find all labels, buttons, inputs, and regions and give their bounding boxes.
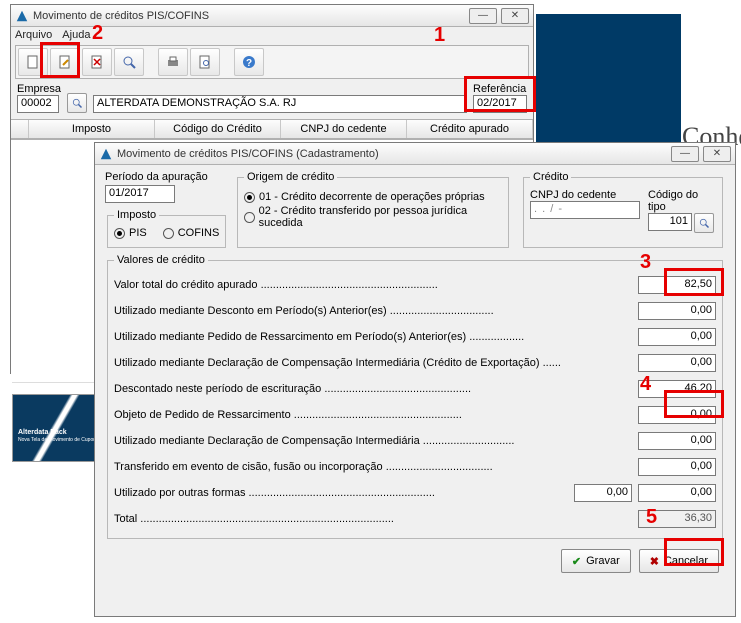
modal-title: Movimento de créditos PIS/COFINS (Cadast…	[117, 148, 667, 160]
help-button[interactable]: ?	[234, 48, 264, 76]
valor-input[interactable]: 46,20	[638, 380, 716, 398]
thumbnail-title: Alterdata Pack	[18, 429, 67, 436]
col-imposto[interactable]: Imposto	[29, 120, 155, 138]
svg-text:?: ?	[246, 58, 252, 69]
modal-body: Período da apuração 01/2017 Imposto PIS …	[95, 165, 735, 579]
app-icon	[15, 9, 29, 23]
valor-row: Objeto de Pedido de Ressarcimento ......…	[114, 402, 716, 428]
print-button[interactable]	[158, 48, 188, 76]
menu-ajuda[interactable]: Ajuda	[62, 29, 90, 41]
valor-row: Total ..................................…	[114, 506, 716, 532]
main-title: Movimento de créditos PIS/COFINS	[33, 10, 465, 22]
modal-close-button[interactable]: ✕	[703, 146, 731, 162]
x-icon: ✖	[650, 555, 659, 568]
valores-legend: Valores de crédito	[114, 254, 208, 266]
gravar-label: Gravar	[586, 555, 620, 567]
valor-row: Descontado neste período de escrituração…	[114, 376, 716, 402]
menubar: Arquivo Ajuda	[11, 27, 533, 43]
radio-origem-2[interactable]: 02 - Crédito transferido por pessoa jurí…	[244, 205, 502, 229]
col-cnpj[interactable]: CNPJ do cedente	[281, 120, 407, 138]
valor-label: Utilizado mediante Declaração de Compens…	[114, 357, 574, 369]
radio-origem-1-label: 01 - Crédito decorrente de operações pró…	[259, 191, 485, 203]
radio-pis-dot	[114, 228, 125, 239]
col-apurado[interactable]: Crédito apurado	[407, 120, 533, 138]
radio-origem-2-dot	[244, 212, 255, 223]
button-bar: ✔ Gravar ✖ Cancelar	[105, 545, 725, 573]
radio-pis[interactable]: PIS COFINS	[114, 227, 219, 239]
grid-header: Imposto Código do Crédito CNPJ do cedent…	[11, 119, 533, 139]
radio-cofins-dot	[163, 228, 174, 239]
valor-row: Valor total do crédito apurado .........…	[114, 272, 716, 298]
valor-input[interactable]: 0,00	[638, 302, 716, 320]
cancelar-label: Cancelar	[664, 555, 708, 567]
toolbar: ?	[15, 45, 529, 79]
modal-icon	[99, 147, 113, 161]
codigo-label: Código do tipo	[648, 189, 716, 213]
search-button[interactable]	[114, 48, 144, 76]
valor-label: Transferido em evento de cisão, fusão ou…	[114, 461, 574, 473]
col-codigo[interactable]: Código do Crédito	[155, 120, 281, 138]
minimize-button[interactable]: —	[469, 8, 497, 24]
valor-label: Objeto de Pedido de Ressarcimento ......…	[114, 409, 574, 421]
origem-legend: Origem de crédito	[244, 171, 337, 183]
empresa-label: Empresa	[17, 83, 61, 95]
main-titlebar: Movimento de créditos PIS/COFINS — ✕	[11, 5, 533, 27]
empresa-lookup-button[interactable]	[67, 93, 87, 113]
gravar-button[interactable]: ✔ Gravar	[561, 549, 631, 573]
cnpj-input[interactable]: . . / -	[530, 201, 640, 219]
valores-fieldset: Valores de crédito Valor total do crédit…	[107, 254, 723, 539]
valor-row: Utilizado mediante Declaração de Compens…	[114, 428, 716, 454]
valor-label: Utilizado mediante Desconto em Período(s…	[114, 305, 574, 317]
valor-label: Total ..................................…	[114, 513, 574, 525]
radio-cofins-label: COFINS	[178, 227, 220, 239]
valor-input[interactable]: 82,50	[638, 276, 716, 294]
check-icon: ✔	[572, 555, 581, 568]
background-panel	[536, 14, 681, 156]
valor-label: Descontado neste período de escrituração…	[114, 383, 574, 395]
valor-row: Utilizado mediante Desconto em Período(s…	[114, 298, 716, 324]
referencia-input[interactable]: 02/2017	[473, 95, 527, 113]
preview-button[interactable]	[190, 48, 220, 76]
valor-label: Valor total do crédito apurado .........…	[114, 279, 574, 291]
empresa-row: Empresa 00002 ALTERDATA DEMONSTRAÇÃO S.A…	[11, 81, 533, 119]
valor-row: Transferido em evento de cisão, fusão ou…	[114, 454, 716, 480]
radio-pis-label: PIS	[129, 227, 147, 239]
valor-input[interactable]: 0,00	[638, 484, 716, 502]
cnpj-label: CNPJ do cedente	[530, 189, 640, 201]
valor-extra-input[interactable]: 0,00	[574, 484, 632, 502]
modal-titlebar: Movimento de créditos PIS/COFINS (Cadast…	[95, 143, 735, 165]
credito-legend: Crédito	[530, 171, 571, 183]
valor-input[interactable]: 0,00	[638, 458, 716, 476]
radio-origem-1[interactable]: 01 - Crédito decorrente de operações pró…	[244, 191, 502, 203]
valor-input[interactable]: 0,00	[638, 328, 716, 346]
valor-input[interactable]: 0,00	[638, 406, 716, 424]
edit-button[interactable]	[50, 48, 80, 76]
cancelar-button[interactable]: ✖ Cancelar	[639, 549, 719, 573]
periodo-label: Período da apuração	[105, 171, 225, 183]
valor-label: Utilizado mediante Pedido de Ressarcimen…	[114, 331, 574, 343]
modal-minimize-button[interactable]: —	[671, 146, 699, 162]
modal-window: Movimento de créditos PIS/COFINS (Cadast…	[94, 142, 736, 617]
valor-input: 36,30	[638, 510, 716, 528]
periodo-input[interactable]: 01/2017	[105, 185, 175, 203]
empresa-code-input[interactable]: 00002	[17, 95, 59, 113]
codigo-lookup-button[interactable]	[694, 213, 714, 233]
valor-row: Utilizado por outras formas ............…	[114, 480, 716, 506]
imposto-legend: Imposto	[114, 209, 159, 221]
valor-label: Utilizado por outras formas ............…	[114, 487, 574, 499]
valor-input[interactable]: 0,00	[638, 354, 716, 372]
new-button[interactable]	[18, 48, 48, 76]
valor-row: Utilizado mediante Pedido de Ressarcimen…	[114, 324, 716, 350]
valor-input[interactable]: 0,00	[638, 432, 716, 450]
empresa-name-input[interactable]: ALTERDATA DEMONSTRAÇÃO S.A. RJ	[93, 95, 467, 113]
menu-arquivo[interactable]: Arquivo	[15, 29, 52, 41]
referencia-label: Referência	[473, 83, 527, 95]
close-button[interactable]: ✕	[501, 8, 529, 24]
delete-button[interactable]	[82, 48, 112, 76]
codigo-input[interactable]: 101	[648, 213, 692, 231]
radio-origem-2-label: 02 - Crédito transferido por pessoa jurí…	[259, 205, 502, 229]
radio-origem-1-dot	[244, 192, 255, 203]
valor-row: Utilizado mediante Declaração de Compens…	[114, 350, 716, 376]
valor-label: Utilizado mediante Declaração de Compens…	[114, 435, 574, 447]
